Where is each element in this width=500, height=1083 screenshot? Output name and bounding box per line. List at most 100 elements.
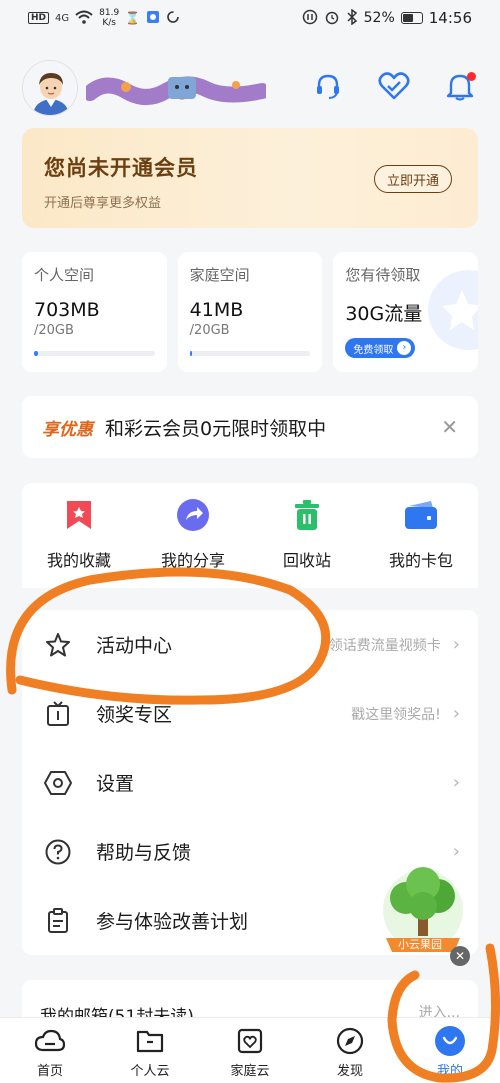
membership-banner[interactable]: 您尚未开通会员 开通后尊享更多权益 立即开通 [22,128,478,228]
tv-icon [42,698,74,730]
menu-label: 领奖专区 [96,704,173,726]
promo-banner[interactable]: 享优惠 和彩云会员0元限时领取中 ✕ [22,396,478,458]
close-icon[interactable]: ✕ [441,415,458,439]
promo-text: 和彩云会员0元限时领取中 [105,417,327,440]
battery-icon [400,12,423,24]
tab-me[interactable]: 我的 [400,1018,500,1083]
speed-unit: K/s [102,18,116,28]
close-icon[interactable]: ✕ [450,946,470,966]
chevron-right-icon: › [452,634,460,655]
profile-icon [434,1026,466,1056]
menu-label: 设置 [96,773,135,795]
cloud-icon [34,1026,66,1056]
bookmark-icon [61,497,97,533]
menu-hint: 领话费流量视频卡 [328,637,441,654]
notification-dot [467,72,476,81]
activate-membership-button[interactable]: 立即开通 [373,165,452,193]
claim-label: 免费领取 [353,344,394,356]
membership-subtitle: 开通后尊享更多权益 [44,196,162,211]
personal-space-card[interactable]: 个人空间 703MB /20GB [22,252,167,372]
bluetooth-icon [346,8,358,28]
heart-icon [378,71,410,105]
battery-percent: 52% [363,10,395,26]
family-space-card[interactable]: 家庭空间 41MB /20GB [177,252,323,372]
notifications-button[interactable] [442,70,478,106]
header-actions [310,70,478,106]
star-icon [42,629,74,661]
quick-item-card-wallet[interactable]: 我的卡包 [364,483,478,588]
progress-fill [189,351,193,356]
headset-icon [313,71,343,105]
tab-home[interactable]: 首页 [0,1018,100,1083]
app-notification-icon [146,10,160,27]
chevron-right-icon: › [452,703,460,724]
tab-personal-cloud[interactable]: 个人云 [100,1018,200,1083]
hd-indicator: HD [28,12,50,24]
free-claim-button[interactable]: 免费领取 › [345,338,416,358]
storage-cards: 个人空间 703MB /20GB 家庭空间 41MB /20GB 您有待领取 3… [22,252,479,372]
status-bar: HD 4G 81.9 K/s ⌛ 52% 14:56 [0,0,500,36]
tab-label: 发现 [336,1064,363,1079]
storage-progress-bar [189,351,311,356]
bottom-tab-bar: 首页 个人云 家庭云 发现 我的 [0,1017,500,1083]
mailbox-hint: 进入... [418,1005,460,1021]
pending-claim-card[interactable]: 您有待领取 30G流量 免费领取 › [333,252,479,372]
tab-family-cloud[interactable]: 家庭云 [200,1018,300,1083]
tab-label: 家庭云 [230,1064,270,1079]
menu-hint: 戳这里领奖品! [351,706,441,723]
tab-label: 个人云 [130,1064,170,1079]
question-icon [42,836,74,868]
quick-item-recycle-bin[interactable]: 回收站 [250,483,364,588]
card-total: /20GB [34,323,74,338]
chevron-right-icon: › [452,772,460,793]
quick-item-favorites[interactable]: 我的收藏 [22,483,136,588]
nickname-redacted [82,73,270,105]
menu-item-settings[interactable]: 设置 › [22,748,478,817]
menu-label: 帮助与反馈 [96,842,192,864]
quick-label: 我的收藏 [46,551,111,570]
share-icon [175,497,211,533]
menu-item-activity-center[interactable]: 活动中心 领话费流量视频卡 › [22,610,478,679]
promo-tag: 享优惠 [42,419,93,440]
wifi-icon [75,10,93,27]
trash-icon [289,497,325,533]
menu-label: 参与体验改善计划 [96,911,249,933]
profile-header [22,58,478,118]
menu-item-rewards[interactable]: 领奖专区 戳这里领奖品! › [22,679,478,748]
tab-discover[interactable]: 发现 [300,1018,400,1083]
network-speed: 81.9 K/s [99,8,119,28]
clipboard-icon [42,905,74,937]
menu-label: 活动中心 [96,635,173,657]
compass-icon [334,1026,366,1056]
folder-icon [134,1026,166,1056]
wallet-icon [403,497,439,533]
quick-label: 我的卡包 [388,551,453,570]
tab-label: 首页 [36,1064,63,1079]
favorites-button[interactable] [376,70,412,106]
card-value: 30G流量 [345,303,423,325]
card-value: 41MB [189,299,244,321]
progress-fill [34,351,39,356]
storage-progress-bar [34,351,155,356]
hexagon-settings-icon [42,767,74,799]
hourglass-icon: ⌛ [125,11,141,25]
card-label: 您有待领取 [345,266,421,284]
vibrate-icon [302,9,318,28]
card-label: 家庭空间 [189,266,250,284]
card-label: 个人空间 [34,266,95,284]
quick-label: 我的分享 [160,551,225,570]
network-label: 4G [55,12,70,24]
tab-label: 我的 [436,1064,463,1079]
avatar[interactable] [22,60,78,116]
orchard-label: 小云果园 [398,938,442,951]
quick-label: 回收站 [282,551,331,570]
quick-item-shares[interactable]: 我的分享 [136,483,250,588]
card-total: /20GB [189,323,230,338]
alarm-icon [324,9,340,28]
customer-service-button[interactable] [310,70,346,106]
mailbox-label: 我的邮箱(51封未读) [40,1002,194,1027]
arrow-right-icon: › [397,341,412,355]
quick-actions: 我的收藏 我的分享 回收站 我的卡包 [22,483,478,588]
home-heart-icon [234,1026,266,1056]
chevron-right-icon: › [452,841,460,862]
